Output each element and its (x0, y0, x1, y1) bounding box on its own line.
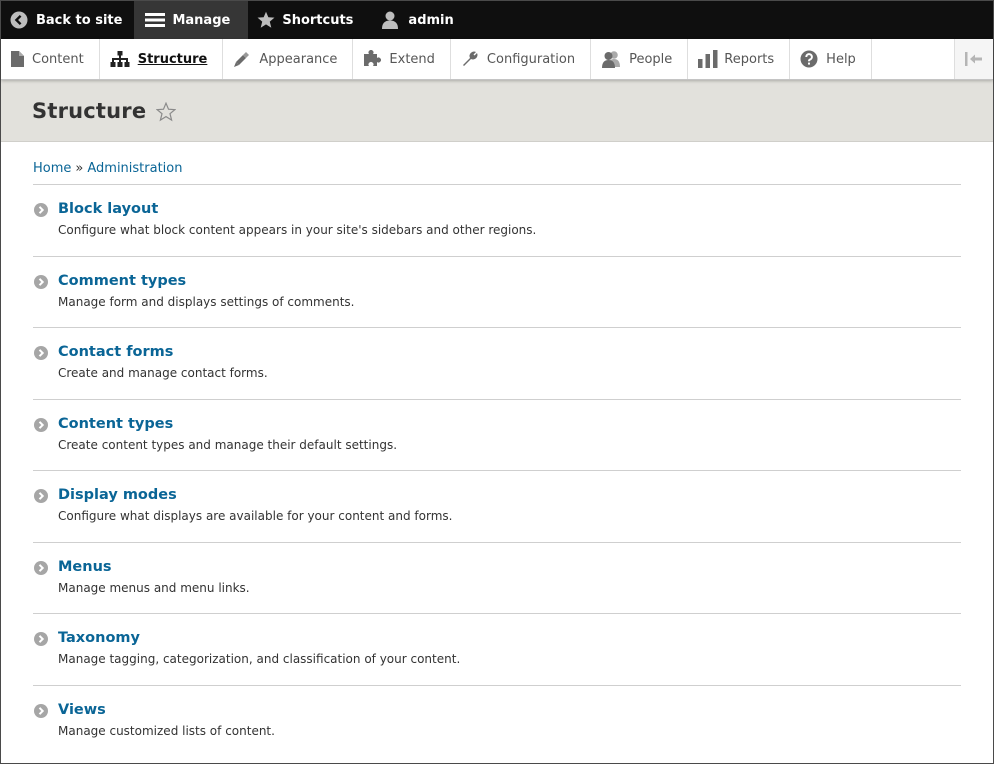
tray-orientation-toggle[interactable] (954, 39, 993, 79)
block-layout-description: Configure what block content appears in … (58, 223, 537, 237)
content-types-link[interactable]: Content types (58, 416, 961, 432)
list-item: Block layout Configure what block conten… (33, 185, 961, 257)
breadcrumb-administration[interactable]: Administration (87, 161, 182, 176)
sitemap-icon (110, 51, 130, 67)
list-item: Views Manage customized lists of content… (33, 686, 961, 758)
list-item: Comment types Manage form and displays s… (33, 257, 961, 328)
admin-toolbar: Back to site Manage Shortcuts admin (1, 1, 993, 39)
list-item: Content types Create content types and m… (33, 400, 961, 471)
collapse-left-icon (964, 51, 984, 67)
arrow-right-circle-icon (34, 417, 48, 432)
arrow-right-circle-icon (34, 346, 48, 360)
menus-link[interactable]: Menus (58, 559, 961, 575)
main-content: Home » Administration Block layout Confi… (1, 142, 993, 757)
shortcuts-tab[interactable]: Shortcuts (248, 1, 365, 39)
display-modes-description: Configure what displays are available fo… (58, 509, 453, 523)
manage-tab[interactable]: Manage (134, 1, 249, 39)
menu-content-label: Content (32, 51, 84, 67)
list-item: Contact forms Create and manage contact … (33, 328, 961, 400)
breadcrumb-separator: » (75, 160, 84, 176)
list-item: Menus Manage menus and menu links. (33, 543, 961, 614)
arrow-right-circle-icon (34, 560, 48, 575)
manage-label: Manage (172, 12, 231, 28)
menus-description: Manage menus and menu links. (58, 580, 250, 595)
taxonomy-description: Manage tagging, categorization, and clas… (58, 652, 461, 666)
arrow-right-circle-icon (34, 703, 48, 718)
menu-appearance-label: Appearance (259, 51, 338, 67)
arrow-right-circle-icon (34, 489, 48, 503)
puzzle-icon (363, 50, 382, 68)
page-title: Structure (32, 98, 147, 123)
menu-people-label: People (629, 51, 673, 67)
breadcrumb: Home » Administration (33, 142, 961, 185)
brush-icon (233, 50, 251, 68)
taxonomy-link[interactable]: Taxonomy (58, 630, 961, 646)
menu-configuration-label: Configuration (486, 51, 576, 67)
contact-forms-description: Create and manage contact forms. (58, 366, 268, 380)
chevron-left-circle-icon (10, 11, 28, 29)
menu-appearance[interactable]: Appearance (223, 39, 354, 79)
menu-people[interactable]: People (591, 39, 689, 79)
help-icon (800, 50, 818, 68)
user-label: admin (408, 12, 454, 28)
menu-help[interactable]: Help (790, 39, 872, 79)
menu-structure-label: Structure (137, 51, 208, 67)
menu-content[interactable]: Content (1, 39, 100, 79)
list-item: Taxonomy Manage tagging, categorization,… (33, 614, 961, 686)
menu-help-label: Help (826, 51, 856, 67)
user-icon (382, 11, 399, 29)
views-link[interactable]: Views (58, 702, 961, 718)
back-to-site-link[interactable]: Back to site (1, 1, 134, 39)
display-modes-link[interactable]: Display modes (58, 487, 961, 503)
arrow-right-circle-icon (34, 203, 48, 217)
comment-types-description: Manage form and displays settings of com… (58, 294, 355, 309)
hamburger-icon (145, 12, 166, 28)
people-icon (601, 50, 621, 68)
breadcrumb-home[interactable]: Home (33, 161, 71, 176)
back-to-site-label: Back to site (36, 12, 123, 28)
contact-forms-link[interactable]: Contact forms (58, 344, 961, 360)
content-types-description: Create content types and manage their de… (58, 437, 398, 452)
menu-configuration[interactable]: Configuration (451, 39, 592, 79)
views-description: Manage customized lists of content. (58, 723, 275, 738)
menu-extend[interactable]: Extend (353, 39, 451, 79)
file-icon (11, 51, 24, 67)
comment-types-link[interactable]: Comment types (58, 273, 961, 289)
admin-list: Block layout Configure what block conten… (33, 185, 961, 757)
admin-menu-tray: Content Structure Appearance Extend Conf… (1, 39, 993, 80)
menu-reports-label: Reports (724, 51, 775, 67)
star-icon (257, 11, 275, 29)
page-header: Structure (1, 80, 993, 142)
bar-chart-icon (698, 50, 718, 68)
block-layout-link[interactable]: Block layout (58, 201, 961, 217)
user-tab[interactable]: admin (365, 1, 465, 39)
arrow-right-circle-icon (34, 274, 48, 289)
menu-reports[interactable]: Reports (688, 39, 791, 79)
list-item: Display modes Configure what displays ar… (33, 471, 961, 543)
wrench-icon (461, 50, 479, 68)
menu-structure[interactable]: Structure (100, 39, 224, 79)
arrow-right-circle-icon (34, 632, 48, 646)
add-shortcut-star-icon[interactable] (156, 101, 177, 122)
menu-extend-label: Extend (389, 51, 435, 67)
shortcuts-label: Shortcuts (282, 12, 354, 28)
